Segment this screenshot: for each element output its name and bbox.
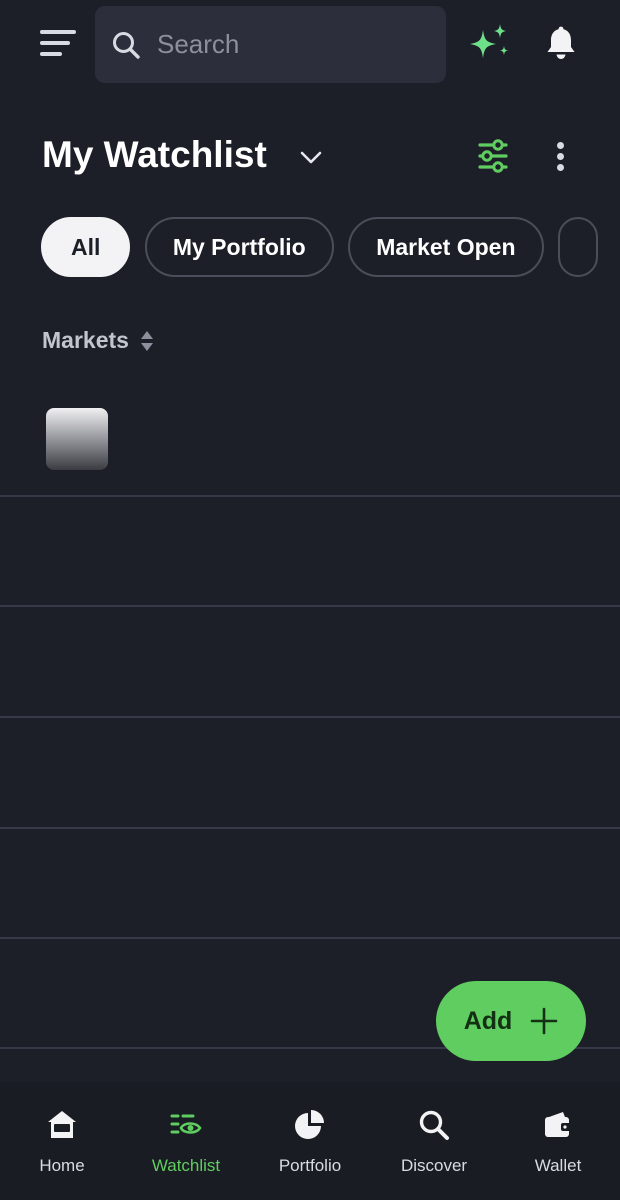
pie-chart-icon: [295, 1110, 324, 1139]
more-options-icon[interactable]: [548, 138, 574, 174]
chevron-down-icon[interactable]: [298, 146, 324, 168]
chip-more[interactable]: [557, 217, 598, 277]
nav-home-label: Home: [39, 1156, 85, 1175]
chip-market-open[interactable]: Market Open: [348, 217, 544, 277]
chip-my-portfolio[interactable]: My Portfolio: [144, 217, 334, 277]
asset-thumbnail: [46, 408, 108, 470]
bell-icon[interactable]: [544, 26, 578, 62]
markets-sort[interactable]: Markets: [42, 327, 155, 354]
watchlist-icon: [170, 1114, 202, 1134]
nav-portfolio-label: Portfolio: [278, 1156, 342, 1175]
sparkle-icon[interactable]: [466, 22, 512, 68]
filter-chips: All My Portfolio Market Open: [41, 217, 620, 277]
page-title: My Watchlist: [42, 134, 267, 175]
nav-wallet-label: Wallet: [534, 1156, 582, 1175]
row-divider: [0, 495, 620, 497]
plus-icon: [530, 1007, 558, 1035]
search-input[interactable]: [157, 29, 417, 60]
sort-icon: [140, 330, 153, 351]
row-divider: [0, 827, 620, 829]
nav-watchlist[interactable]: Watchlist: [124, 1082, 248, 1200]
nav-wallet[interactable]: Wallet: [496, 1082, 620, 1200]
menu-icon[interactable]: [36, 26, 82, 62]
add-button-label: Add: [463, 1006, 513, 1035]
search-bar[interactable]: [95, 6, 446, 83]
nav-home[interactable]: Home: [0, 1082, 124, 1200]
row-divider: [0, 937, 620, 939]
chip-all[interactable]: All: [41, 217, 131, 277]
home-icon: [48, 1111, 76, 1138]
nav-discover[interactable]: Discover: [372, 1082, 496, 1200]
top-bar: [0, 0, 620, 90]
discover-search-icon: [419, 1110, 449, 1140]
app: My Watchlist All My Portfolio Market Ope…: [0, 0, 620, 1200]
nav-discover-label: Discover: [400, 1156, 468, 1175]
add-button[interactable]: Add: [436, 981, 586, 1061]
bottom-nav: Home Watchlist Portfolio Discover Wallet: [0, 1082, 620, 1200]
nav-watchlist-label: Watchlist: [151, 1156, 221, 1175]
wallet-icon: [545, 1112, 571, 1137]
nav-portfolio[interactable]: Portfolio: [248, 1082, 372, 1200]
markets-label: Markets: [42, 327, 129, 353]
row-divider: [0, 605, 620, 607]
row-divider: [0, 716, 620, 718]
search-icon: [113, 31, 140, 59]
sliders-icon[interactable]: [476, 138, 510, 174]
